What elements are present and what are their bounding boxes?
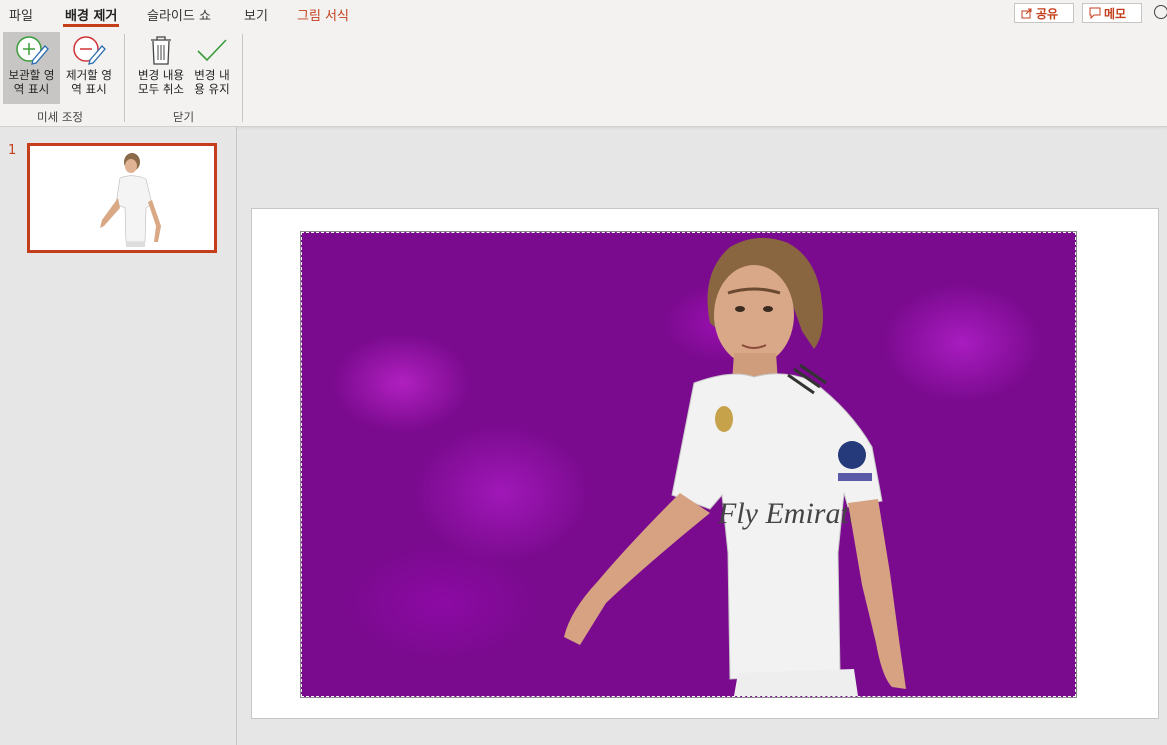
mark-remove-icon — [73, 36, 106, 65]
mark-remove-label: 제거할 영 역 표시 — [66, 68, 112, 96]
group-refine-label: 미세 조정 — [37, 110, 83, 124]
feedback-smiley-icon[interactable] — [1154, 5, 1167, 19]
trash-icon — [151, 36, 171, 65]
thumbnail-player-image — [100, 153, 161, 247]
group-separator — [242, 34, 243, 122]
tab-picture-format[interactable]: 그림 서식 — [297, 5, 349, 24]
player-image: Fly Emirates — [564, 237, 906, 696]
background-removal-image[interactable]: Fly Emirates — [300, 231, 1077, 698]
mark-keep-icon — [15, 36, 49, 65]
ribbon: 파일 배경 제거 슬라이드 쇼 보기 그림 서식 공유 메모 보관할 영 역 표… — [0, 0, 1167, 127]
slide-thumbnail-pane: 1 — [0, 127, 237, 745]
keep-changes-label: 변경 내 용 유지 — [194, 68, 230, 96]
group-close-label: 닫기 — [172, 110, 195, 124]
checkmark-icon — [197, 39, 227, 62]
tab-file[interactable]: 파일 — [9, 5, 33, 24]
comment-icon — [1089, 7, 1101, 19]
mark-keep-label: 보관할 영 역 표시 — [8, 68, 55, 96]
share-icon — [1021, 8, 1032, 19]
group-separator — [124, 34, 125, 122]
tab-background-removal[interactable]: 배경 제거 — [62, 5, 120, 27]
discard-all-changes-button[interactable]: 변경 내용 모두 취소 — [133, 32, 189, 104]
discard-all-label: 변경 내용 모두 취소 — [138, 68, 184, 96]
share-button[interactable]: 공유 — [1014, 3, 1074, 23]
tab-view[interactable]: 보기 — [244, 5, 268, 24]
slide-thumbnail[interactable] — [27, 143, 217, 253]
keep-changes-button[interactable]: 변경 내 용 유지 — [190, 32, 234, 104]
mark-areas-to-remove-button[interactable]: 제거할 영 역 표시 — [61, 32, 117, 104]
slide-number: 1 — [8, 143, 17, 158]
tab-slideshow[interactable]: 슬라이드 쇼 — [147, 5, 211, 24]
share-label: 공유 — [1036, 6, 1059, 21]
ribbon-tabs: 파일 배경 제거 슬라이드 쇼 보기 그림 서식 — [0, 0, 1167, 30]
comments-label: 메모 — [1104, 6, 1127, 21]
comments-button[interactable]: 메모 — [1082, 3, 1142, 23]
mark-areas-to-keep-button[interactable]: 보관할 영 역 표시 — [3, 32, 60, 104]
